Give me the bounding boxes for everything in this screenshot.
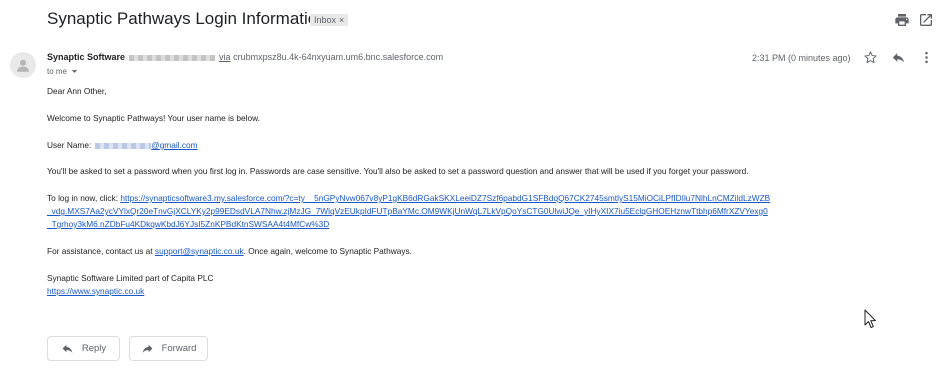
avatar: [10, 52, 36, 78]
signature-url-link[interactable]: https://www.synaptic.co.uk: [47, 286, 144, 296]
recipient-line[interactable]: to me: [47, 67, 78, 76]
support-email-link[interactable]: support@synaptic.co.uk: [155, 246, 244, 256]
welcome-text: Welcome to Synaptic Pathways! Your user …: [47, 113, 260, 123]
reply-icon[interactable]: [891, 50, 906, 65]
star-icon[interactable]: [863, 50, 878, 65]
reply-button-label: Reply: [81, 343, 107, 354]
assist-suffix: . Once again, welcome to Synaptic Pathwa…: [243, 246, 412, 256]
sender-line: Synaptic Software via crubmxpsz8u.4k-64nx…: [47, 52, 443, 62]
via-link[interactable]: via: [219, 52, 231, 62]
inbox-label-badge[interactable]: Inbox ×: [310, 14, 349, 26]
assist-prefix: For assistance, contact us at: [47, 246, 153, 256]
via-domain: crubmxpsz8u.4k-64nxyuam.um6.bnc.salesfor…: [233, 52, 444, 62]
redacted-sender-email: [129, 54, 216, 61]
open-in-new-window-icon[interactable]: [918, 12, 934, 28]
reply-icon: [62, 344, 73, 353]
forward-button[interactable]: Forward: [129, 336, 208, 361]
via-info: via crubmxpsz8u.4k-64nxyuam.um6.bnc.sale…: [219, 52, 443, 62]
login-link-part-1[interactable]: https://synapticsoftware3.my.salesforce.…: [120, 193, 770, 203]
login-link-part-3[interactable]: _Tgrhoy3kM6.nZDbFu4KDkqwKbdJ6YJsI5ZnKPBd…: [47, 219, 329, 229]
password-note: You'll be asked to set a password when y…: [47, 166, 749, 176]
signature-company: Synaptic Software Limited part of Capita…: [47, 273, 214, 283]
username-email-link[interactable]: @gmail.com: [151, 140, 197, 150]
more-vertical-icon[interactable]: [919, 50, 934, 65]
sender-name: Synaptic Software: [47, 52, 126, 62]
avatar-person-icon: [17, 59, 29, 72]
inbox-label-text: Inbox: [314, 15, 337, 25]
username-label: User Name:: [47, 140, 92, 150]
mouse-cursor-icon: [864, 309, 876, 328]
to-me-label: to me: [47, 67, 68, 76]
email-timestamp: 2:31 PM (0 minutes ago): [752, 53, 851, 63]
remove-label-icon[interactable]: ×: [339, 15, 344, 25]
greeting: Dear Ann Other,: [47, 86, 107, 96]
login-link-part-2[interactable]: _vdg.MXS7Aa2ycVYlxQr20eTnvGjXCLYKy2p99ED…: [47, 206, 768, 216]
login-line-1: To log in now, click: https://synapticso…: [47, 193, 770, 203]
email-subject: Synaptic Pathways Login Information: [47, 9, 327, 28]
assistance-line: For assistance, contact us at support@sy…: [47, 246, 412, 256]
chevron-down-icon[interactable]: [71, 68, 78, 75]
redacted-username: [95, 142, 152, 149]
forward-button-label: Forward: [161, 343, 197, 354]
login-prefix: To log in now, click:: [47, 193, 119, 203]
forward-icon: [142, 344, 152, 353]
print-icon[interactable]: [894, 12, 910, 28]
reply-button[interactable]: Reply: [47, 336, 120, 361]
username-line: User Name: @gmail.com: [47, 140, 198, 150]
